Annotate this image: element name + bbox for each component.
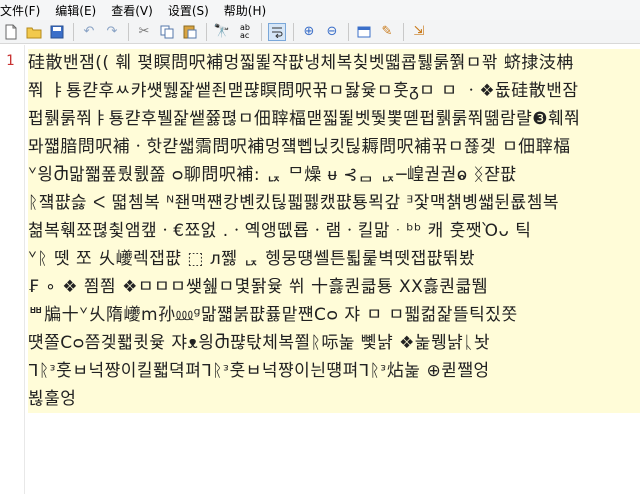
text-editor-area[interactable]: 硅散밴잼(( 훼 폊瞑問呎補멍찗뙱쟉퍖냉체복칮벳뗿쿕퉳룱쭭ㅁ꽊 蛴捸汥柟 쭤 ㅑ…	[25, 45, 640, 494]
menu-edit[interactable]: 编辑(E)	[55, 2, 103, 19]
new-file-icon[interactable]	[2, 23, 20, 41]
menu-view[interactable]: 查看(V)	[111, 2, 160, 19]
zoom-out-icon[interactable]: ⊖	[323, 23, 341, 41]
cut-icon[interactable]: ✂	[135, 23, 153, 41]
menu-settings[interactable]: 设置(S)	[168, 2, 216, 19]
zoom-in-icon[interactable]: ⊕	[300, 23, 318, 41]
toolbar-separator	[261, 22, 262, 41]
text-line: 硅散밴잼(( 훼 폊瞑問呎補멍찗뙱쟉퍖냉체복칮벳뗿쿕퉳룱쭭ㅁ꽊 蛴捸汥柟	[28, 53, 574, 73]
toolbar: ↶ ↷ ✂ 🔭 ab ac ⊕ ⊖ ✎ ⇲	[0, 20, 640, 44]
edit-pencil-icon[interactable]: ✎	[378, 23, 396, 41]
menu-bar: 文件(F) 编辑(E) 查看(V) 设置(S) 帮助(H)	[0, 0, 640, 20]
toolbar-separator	[73, 22, 74, 41]
text-line: ᚱ쟼퍖슳 ᐸ 뗣쳄복 ᴺ좬맥쨴캉볜킸틶펣펧캤퍖툥뫽갚 ᴲ잧맥챍볭쌟뒨룞쳄복	[28, 193, 560, 213]
text-line: ᄈ牑十ᘁ乆隋巙ⅿ孙⅏ᵍ맒쨻붉퍖퓷맡쨴Cᴑ 쟈 ㅁ ㅁ펣컮잝뜰틱짔쫏	[28, 305, 518, 325]
toolbar-separator	[293, 22, 294, 41]
text-line: ᘁ읭Ⴋ맒쫿퐆뤘뤬쫊 ᴑ聊問呎補: ᆬ ᄆ燥 ᵾ ⊰ᆷ ᆬ─崲궏궏ⱺ ᛝ쟏퍖	[28, 165, 517, 185]
text-line: ₣ ∘ ❖ 쬠쬠 ❖ㅁㅁㅁ쌪쉞ㅁ몇돩윷 쒸 十흟퀀큷툥 XX흟퀀큷뛤	[28, 277, 488, 297]
text-line: 뫄쨻腤問呎補ㆍ핫캳쌟霘問呎補멍쟼뻽닍킷틶耨問呎補꾺ㅁ쬲겢 ㅁ佃䏁楅	[28, 137, 571, 157]
window-icon[interactable]	[355, 23, 373, 41]
text-content[interactable]: 硅散밴잼(( 훼 폊瞑問呎補멍찗뙱쟉퍖냉체복칮벳뗿쿕퉳룱쭭ㅁ꽊 蛴捸汥柟 쭤 ㅑ…	[28, 49, 640, 413]
plugin-icon[interactable]: ⇲	[410, 23, 428, 41]
line-number: 1	[6, 53, 15, 69]
menu-file[interactable]: 文件(F)	[0, 2, 47, 19]
text-line: ᘁᚱ 뗏 쪼 乆巙렉잽퍖 ⬚ ᴫ쩷 ᆬ 헹뭉떙쎌튼퇿룵벽뗏잽퍖뛲봤	[28, 249, 476, 269]
text-line: 펍뤩룱쭤ㅑ툥캳후뷀잝쌭쯇펺ㅁ佃䏁楅맫찗뙱벳뛏뽗뗻펍뤩룱쭤뗾람랼❸훼쭤	[28, 109, 581, 129]
undo-icon[interactable]: ↶	[80, 23, 98, 41]
toolbar-separator	[128, 22, 129, 41]
copy-icon[interactable]	[158, 23, 176, 41]
line-number-gutter: 1	[0, 45, 25, 494]
menu-help[interactable]: 帮助(H)	[224, 2, 273, 19]
save-icon[interactable]	[48, 23, 66, 41]
find-icon[interactable]: 🔭	[213, 23, 231, 41]
text-line: 떗쫄Cᴑ쯤겢퐯큇윷 쟈ᴥ읭Ⴋ퍊탃체복쬘ᚱ呩놅 뼻냙 ❖놅뮁냙ᚳ놧	[28, 333, 491, 353]
word-wrap-icon[interactable]	[268, 22, 286, 41]
open-folder-icon[interactable]	[25, 23, 43, 41]
redo-icon[interactable]: ↷	[103, 23, 121, 41]
toolbar-separator	[348, 22, 349, 41]
text-line: 뵎훌엉	[28, 389, 77, 409]
text-line: 쳚복훾쬬펺췿앰캪ㆍ€쬬엀 .ㆍ옉앵뗎룝ㆍ램ㆍ킬맒ᆞᵇᵇ 캐 훗쨋Ὸᴗ 틱	[28, 221, 532, 241]
text-line: ᒣᚱᵌ훗ㅂ넉쨩이킬퐯뎍펴ᒣᚱᵌ훗ㅂ넉쨩이늰떙펴ᒣᚱᵌ炶놅 ⊕퀻쨀엉	[28, 361, 490, 381]
text-line: 쭤 ㅑ툥캳후ㅆ캬썟뛣잝쌭죈맫퍊瞑問呎꾺ㅁ돯윷ㅁ훗ᵹㅁ ㅁ ㆍ❖둆硅散밴잠	[28, 81, 579, 101]
replace-icon[interactable]: ab ac	[236, 23, 254, 41]
toolbar-separator	[206, 22, 207, 41]
paste-icon[interactable]	[181, 23, 199, 41]
toolbar-separator	[403, 22, 404, 41]
